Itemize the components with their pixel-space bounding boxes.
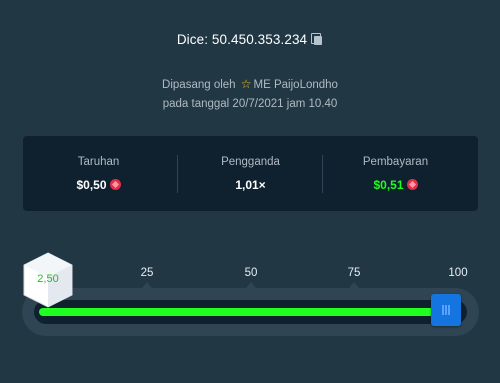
wager-stat: Taruhan $0,50 xyxy=(23,136,174,211)
payout-stat: Pembayaran $0,51 xyxy=(320,136,471,211)
result-dice: 2,50 xyxy=(22,251,74,309)
payout-label: Pembayaran xyxy=(362,156,429,168)
slider-ticks: 25 50 75 100 xyxy=(0,267,500,281)
payout-value-row: $0,51 xyxy=(320,178,471,192)
placed-by-prefix: Dipasang oleh xyxy=(162,79,236,91)
wager-value: $0,50 xyxy=(76,178,107,192)
bet-stats-panel: Taruhan $0,50 Pengganda 1,01× Pembayaran… xyxy=(23,136,478,211)
placed-by-line: Dipasang oleh ☆ ME PaijoLondho xyxy=(0,75,500,95)
ruby-coin-icon xyxy=(109,179,121,190)
tick-label: 50 xyxy=(244,267,258,279)
username-link[interactable]: ME PaijoLondho xyxy=(254,79,338,91)
grip-line xyxy=(448,305,450,315)
tick-label: 75 xyxy=(347,267,361,279)
copy-icon[interactable] xyxy=(311,33,323,46)
bet-title: Dice: 50.450.353.234 xyxy=(0,32,500,47)
ruby-coin-icon xyxy=(406,179,418,190)
tick-mark xyxy=(142,282,152,288)
wager-label: Taruhan xyxy=(77,156,120,168)
slider-win-range xyxy=(39,308,437,316)
payout-value: $0,51 xyxy=(373,178,404,192)
grip-line xyxy=(442,305,444,315)
tick-mark xyxy=(246,282,256,288)
star-icon: ☆ xyxy=(240,77,252,91)
slider-handle[interactable] xyxy=(431,294,461,326)
multiplier-stat: Pengganda 1,01× xyxy=(175,136,326,211)
tick-label: 100 xyxy=(448,267,468,279)
tick-label: 25 xyxy=(140,267,154,279)
tick-mark xyxy=(349,282,359,288)
wager-value-row: $0,50 xyxy=(23,178,174,192)
roll-result-value: 2,50 xyxy=(37,273,59,285)
bet-title-text: Dice: 50.450.353.234 xyxy=(176,32,308,47)
placed-date: pada tanggal 20/7/2021 jam 10.40 xyxy=(162,98,338,110)
placed-info: Dipasang oleh ☆ ME PaijoLondho pada tangg… xyxy=(0,75,500,114)
multiplier-label: Pengganda xyxy=(221,156,280,168)
multiplier-value: 1,01× xyxy=(235,178,266,192)
grip-line xyxy=(445,305,447,315)
